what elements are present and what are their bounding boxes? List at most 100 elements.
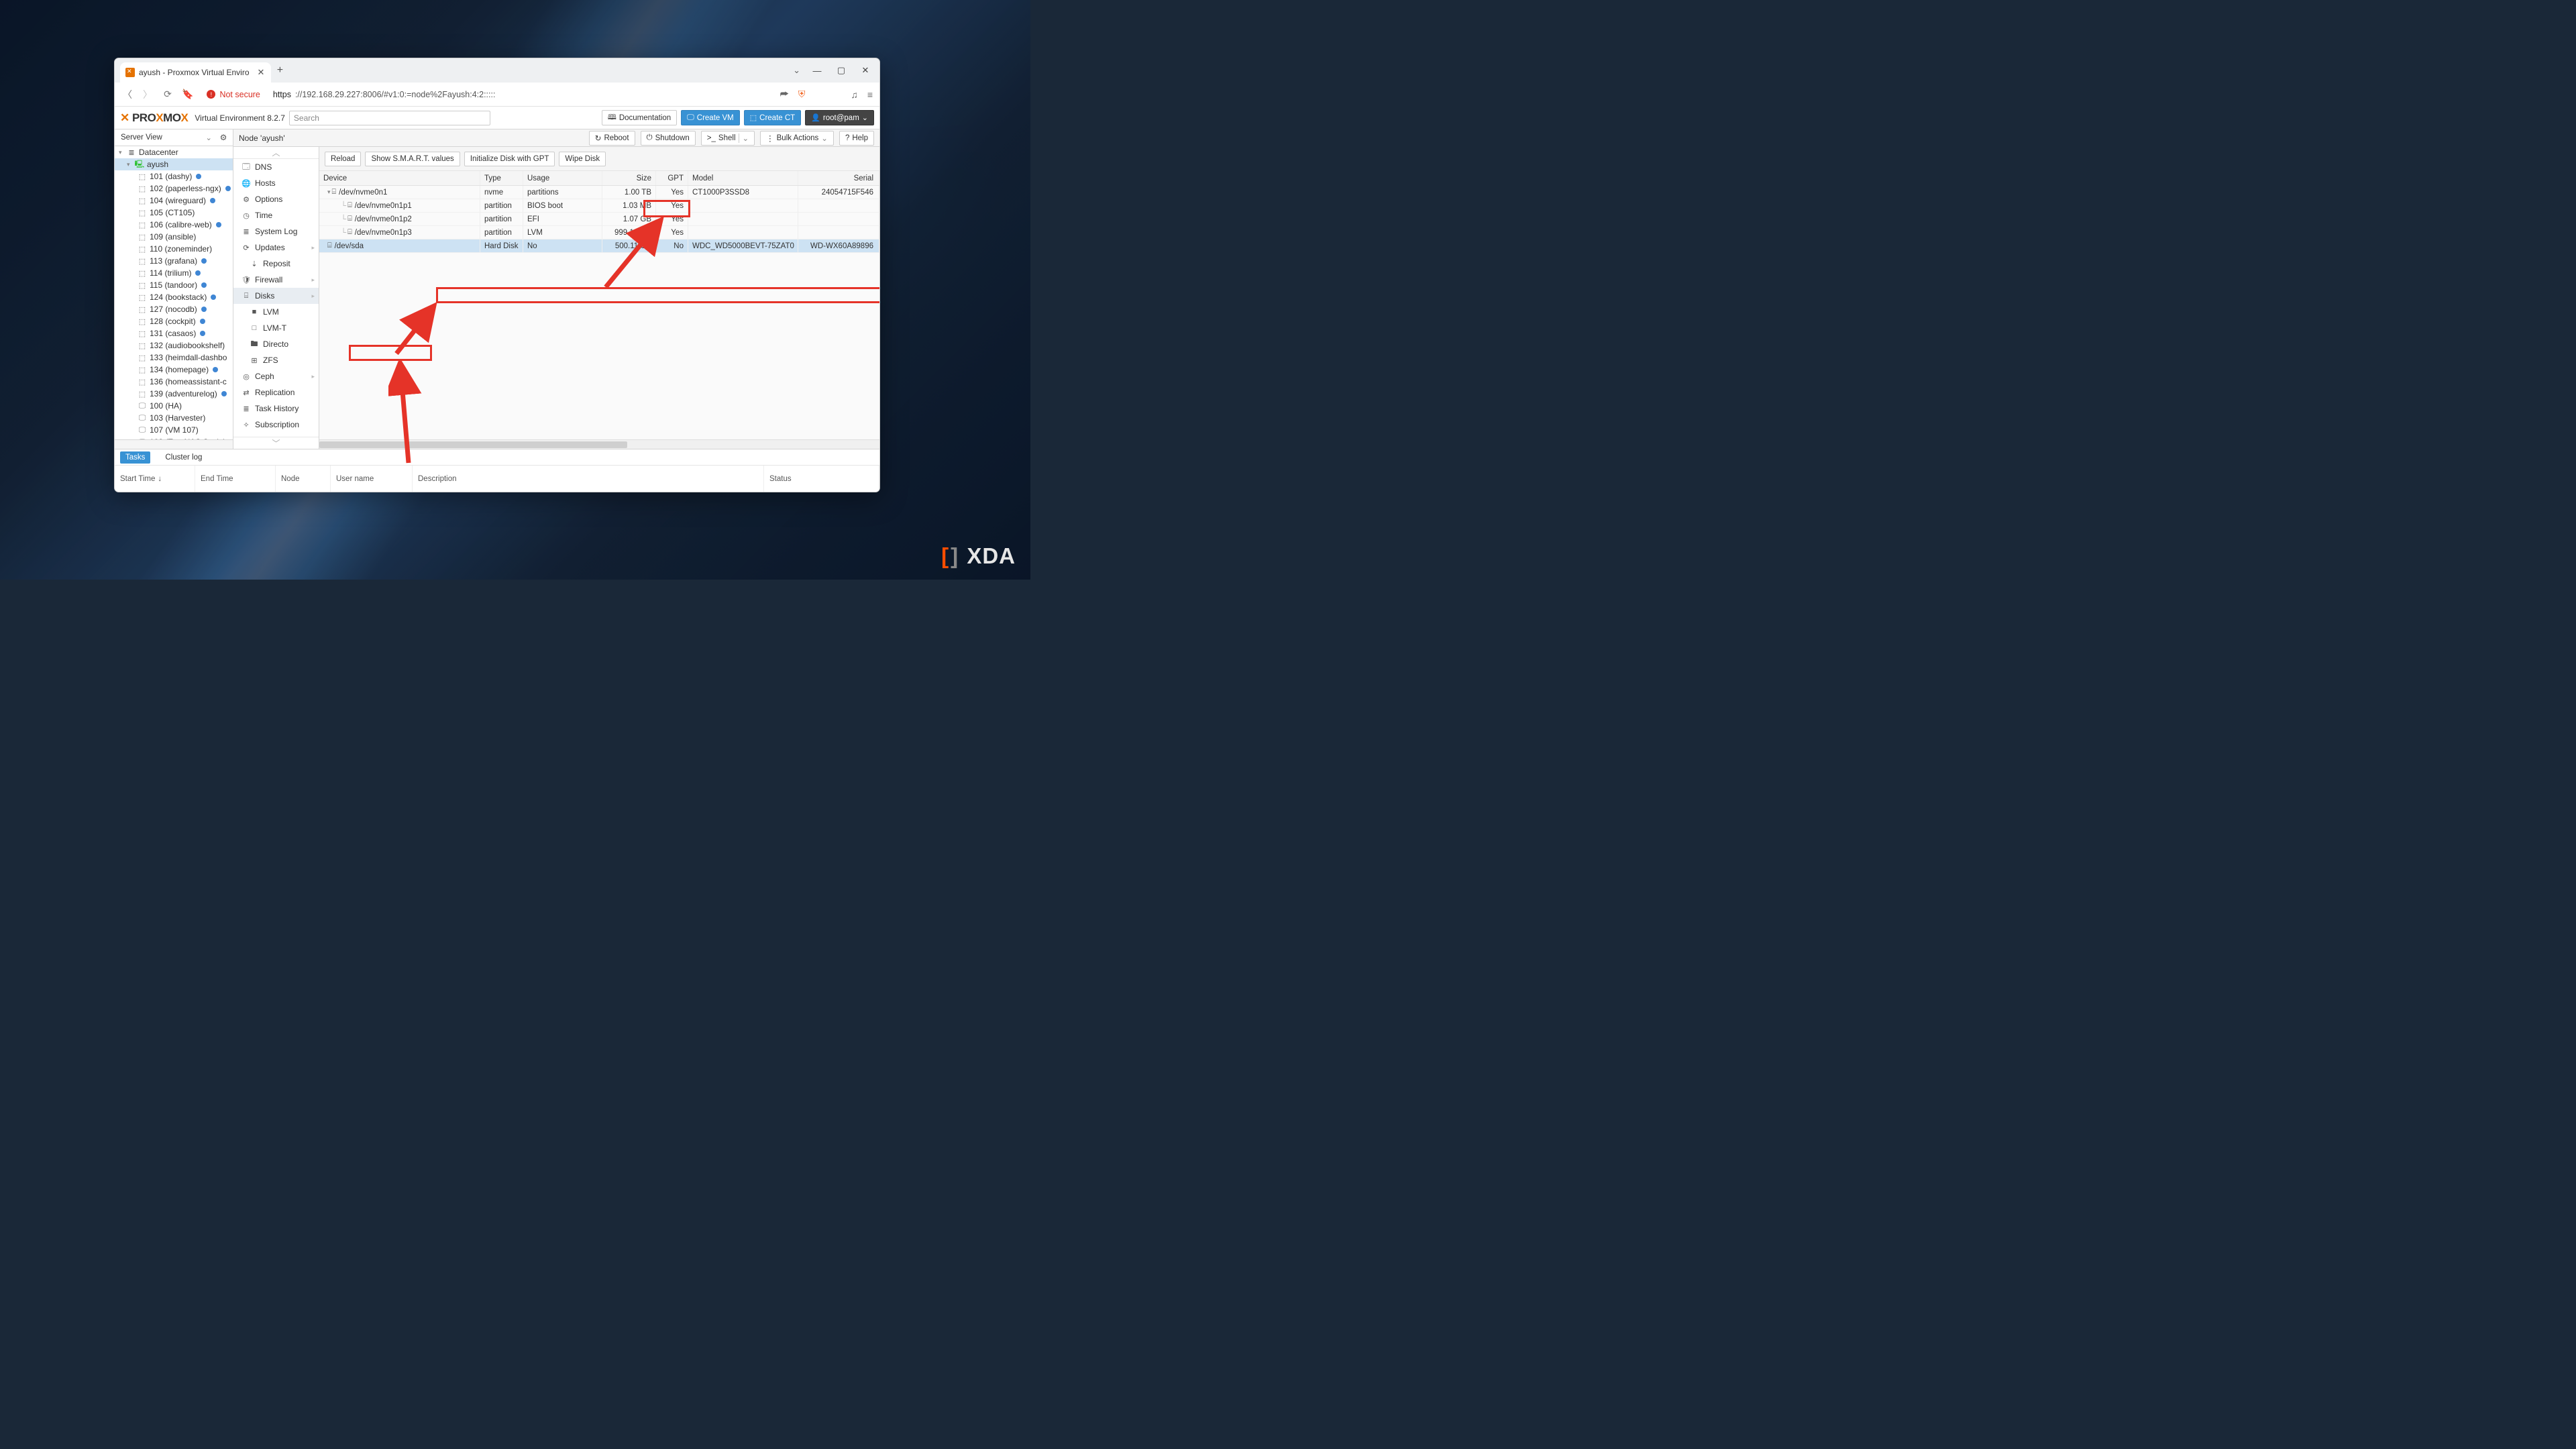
- tree-guest[interactable]: ⬚104 (wireguard): [115, 195, 233, 207]
- disk-row[interactable]: ▾⌸/dev/nvme0n1nvmepartitions1.00 TBYesCT…: [319, 186, 879, 199]
- disk-row[interactable]: ⌸/dev/sdaHard DiskNo500.11 GBNoWDC_WD500…: [319, 239, 879, 253]
- music-icon[interactable]: ♫: [851, 89, 858, 100]
- tab-cluster-log[interactable]: Cluster log: [160, 451, 207, 464]
- tree-guest[interactable]: 🖵107 (VM 107): [115, 424, 233, 436]
- tree-guest[interactable]: 🖵108 (TrueNAS Scale): [115, 436, 233, 439]
- view-selector[interactable]: Server View⌄: [117, 131, 215, 144]
- menu-scroll-down[interactable]: ﹀: [233, 437, 319, 449]
- shutdown-button[interactable]: ⏻Shutdown: [641, 131, 696, 146]
- tree-guest[interactable]: ⬚132 (audiobookshelf): [115, 339, 233, 352]
- create-vm-button[interactable]: 🖵Create VM: [681, 110, 740, 125]
- search-input[interactable]: Search: [289, 111, 490, 125]
- disk-row[interactable]: └⌸/dev/nvme0n1p3partitionLVM999.13 GBYes: [319, 226, 879, 239]
- smart-values-button[interactable]: Show S.M.A.R.T. values: [365, 152, 460, 166]
- tree-guest[interactable]: ⬚114 (trilium): [115, 267, 233, 279]
- shell-button[interactable]: >_Shell⌄: [701, 131, 755, 146]
- init-gpt-button[interactable]: Initialize Disk with GPT: [464, 152, 555, 166]
- menu-item-lvm-thin[interactable]: □LVM-T: [233, 320, 319, 336]
- tree-guest[interactable]: ⬚133 (heimdall-dashbo: [115, 352, 233, 364]
- disk-row[interactable]: └⌸/dev/nvme0n1p1partitionBIOS boot1.03 M…: [319, 199, 879, 213]
- col-type[interactable]: Type: [480, 171, 523, 185]
- col-description[interactable]: Description: [413, 466, 764, 492]
- tree-guest[interactable]: 🖵103 (Harvester): [115, 412, 233, 424]
- menu-icon[interactable]: ≡: [867, 89, 873, 100]
- menu-item-firewall[interactable]: 🛡Firewall▸: [233, 272, 319, 288]
- nav-forward-icon[interactable]: 〉: [142, 88, 154, 101]
- documentation-button[interactable]: 🕮Documentation: [602, 110, 677, 125]
- menu-item-task-history[interactable]: ≣Task History: [233, 400, 319, 417]
- tree-guest[interactable]: ⬚109 (ansible): [115, 231, 233, 243]
- tree-guest[interactable]: ⬚131 (casaos): [115, 327, 233, 339]
- tree-guest[interactable]: ⬚113 (grafana): [115, 255, 233, 267]
- window-minimize-button[interactable]: —: [806, 61, 828, 80]
- tree-guest[interactable]: ⬚110 (zoneminder): [115, 243, 233, 255]
- tree-guest[interactable]: ⬚105 (CT105): [115, 207, 233, 219]
- menu-item-repositories[interactable]: ⇣Reposit: [233, 256, 319, 272]
- help-button[interactable]: ?Help: [839, 131, 874, 146]
- menu-item-directory[interactable]: 🖿Directo: [233, 336, 319, 352]
- window-close-button[interactable]: ✕: [854, 61, 877, 80]
- tree-guest[interactable]: ⬚106 (calibre-web): [115, 219, 233, 231]
- tree-guest[interactable]: ⬚124 (bookstack): [115, 291, 233, 303]
- tabs-dropdown-icon[interactable]: ⌄: [793, 65, 800, 76]
- col-size[interactable]: Size: [602, 171, 656, 185]
- menu-item-replication[interactable]: ⇄Replication: [233, 384, 319, 400]
- menu-scroll-up[interactable]: ︿: [233, 147, 319, 159]
- share-icon[interactable]: ⮫: [780, 89, 789, 100]
- tab-tasks[interactable]: Tasks: [120, 451, 150, 464]
- tree-guest[interactable]: ⬚102 (paperless-ngx): [115, 182, 233, 195]
- window-maximize-button[interactable]: ▢: [830, 61, 853, 80]
- reload-button[interactable]: Reload: [325, 152, 361, 166]
- col-model[interactable]: Model: [688, 171, 798, 185]
- tree-hscroll[interactable]: [115, 439, 233, 449]
- tree-guest[interactable]: ⬚115 (tandoor): [115, 279, 233, 291]
- menu-item-dns[interactable]: 🗔DNS: [233, 159, 319, 175]
- col-node[interactable]: Node: [276, 466, 331, 492]
- nav-back-icon[interactable]: 〈: [121, 88, 133, 101]
- user-menu-button[interactable]: 👤root@pam⌄: [805, 110, 874, 125]
- menu-item-lvm[interactable]: ■LVM: [233, 304, 319, 320]
- tab-close-icon[interactable]: ✕: [258, 67, 265, 78]
- create-ct-button[interactable]: ⬚Create CT: [744, 110, 801, 125]
- disk-hscroll[interactable]: [319, 439, 879, 449]
- address-field[interactable]: ! Not secure https://192.168.29.227:8006…: [201, 85, 771, 104]
- reboot-button[interactable]: ↻Reboot: [589, 131, 635, 146]
- menu-item-ceph[interactable]: ◎Ceph▸: [233, 368, 319, 384]
- disk-row[interactable]: └⌸/dev/nvme0n1p2partitionEFI1.07 GBYes: [319, 213, 879, 226]
- tree-guest[interactable]: ⬚136 (homeassistant-c: [115, 376, 233, 388]
- tree-guest[interactable]: ⬚134 (homepage): [115, 364, 233, 376]
- col-serial[interactable]: Serial: [798, 171, 879, 185]
- menu-item-zfs[interactable]: ⊞ZFS: [233, 352, 319, 368]
- tree-datacenter[interactable]: ▾≣Datacenter: [115, 146, 233, 158]
- col-status[interactable]: Status: [764, 466, 879, 492]
- tree-guest[interactable]: ⬚128 (cockpit): [115, 315, 233, 327]
- col-user[interactable]: User name: [331, 466, 413, 492]
- menu-item-disks[interactable]: ⌸Disks▸: [233, 288, 319, 304]
- tree-settings-icon[interactable]: ⚙: [217, 133, 230, 142]
- tree-node-ayush[interactable]: ▾🖳ayush: [115, 158, 233, 170]
- proxmox-favicon: [125, 68, 135, 77]
- nav-reload-icon[interactable]: ⟳: [162, 89, 174, 100]
- col-usage[interactable]: Usage: [523, 171, 602, 185]
- menu-label: Time: [255, 211, 272, 220]
- bookmark-icon[interactable]: 🔖: [182, 89, 193, 100]
- menu-item-hosts[interactable]: 🌐Hosts: [233, 175, 319, 191]
- col-start-time[interactable]: Start Time↓: [115, 466, 195, 492]
- menu-item-updates[interactable]: ⟳Updates▸: [233, 239, 319, 256]
- col-gpt[interactable]: GPT: [656, 171, 688, 185]
- tree-guest[interactable]: ⬚139 (adventurelog): [115, 388, 233, 400]
- brave-shield-icon[interactable]: ⛨: [798, 89, 806, 100]
- menu-item-system-log[interactable]: ≣System Log: [233, 223, 319, 239]
- menu-item-subscription[interactable]: ✧Subscription: [233, 417, 319, 433]
- new-tab-button[interactable]: +: [271, 64, 288, 76]
- menu-item-time[interactable]: ◷Time: [233, 207, 319, 223]
- col-device[interactable]: Device: [319, 171, 480, 185]
- wipe-disk-button[interactable]: Wipe Disk: [559, 152, 606, 166]
- menu-item-options[interactable]: ⚙Options: [233, 191, 319, 207]
- tree-guest[interactable]: ⬚101 (dashy): [115, 170, 233, 182]
- tree-guest[interactable]: 🖵100 (HA): [115, 400, 233, 412]
- browser-tab[interactable]: ayush - Proxmox Virtual Enviro ✕: [120, 62, 271, 83]
- col-end-time[interactable]: End Time: [195, 466, 276, 492]
- bulk-actions-button[interactable]: ⋮Bulk Actions⌄: [760, 131, 834, 146]
- tree-guest[interactable]: ⬚127 (nocodb): [115, 303, 233, 315]
